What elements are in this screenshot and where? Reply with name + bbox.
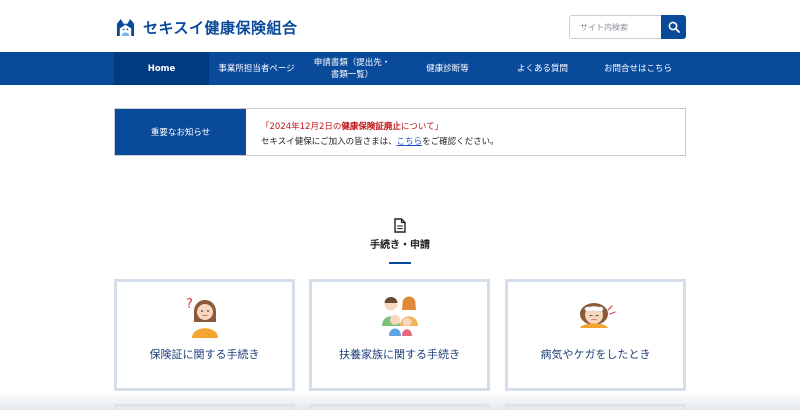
- card-label: 保険証に関する手続き: [149, 348, 260, 361]
- main-nav: Home 事業所担当者ページ 申請書類（提出先・ 書類一覧） 健康診断等 よくあ…: [0, 52, 800, 85]
- nav-item-label-line1: 申請書類（提出先・: [313, 57, 391, 68]
- site-header: セキスイ健康保険組合: [0, 0, 800, 52]
- site-brand-name: セキスイ健康保険組合: [143, 19, 298, 37]
- notice-headline-post: について」: [400, 122, 444, 132]
- card-label: 扶養家族に関する手続き: [339, 348, 460, 361]
- notice-headline-pre: 「2024年12月2日の: [261, 122, 342, 132]
- section-underline: [389, 262, 411, 264]
- svg-text:?: ?: [186, 297, 193, 312]
- nav-item-label: 事業所担当者ページ: [218, 63, 295, 74]
- nav-item-home[interactable]: Home: [114, 52, 209, 85]
- search-button[interactable]: [661, 15, 686, 39]
- bottom-shadow: [0, 392, 800, 410]
- notice-body: セキスイ健保にご加入の皆さまは、こちらをご確認ください。: [261, 135, 499, 147]
- nav-item-label: よくある質問: [516, 63, 568, 74]
- nav-item-label: Home: [147, 63, 176, 74]
- notice-headline: 「2024年12月2日の健康保険証廃止について」: [261, 120, 443, 132]
- notice-body-post: をご確認ください。: [422, 137, 499, 147]
- nav-item-label: 健康診断等: [426, 63, 469, 74]
- search-icon: [668, 21, 680, 33]
- nav-item-application-forms[interactable]: 申請書類（提出先・ 書類一覧）: [304, 52, 400, 85]
- site-logo[interactable]: セキスイ健康保険組合: [116, 17, 298, 38]
- nav-item-contact[interactable]: お問合せはこちら: [590, 52, 686, 85]
- card-illness-injury[interactable]: 病気やケガをしたとき: [505, 279, 686, 391]
- document-icon: [394, 218, 406, 233]
- woman-question-illustration: ?: [186, 297, 218, 338]
- important-notice: 重要なお知らせ 「2024年12月2日の健康保険証廃止について」 セキスイ健保に…: [114, 108, 686, 156]
- nav-item-employer-page[interactable]: 事業所担当者ページ: [209, 52, 304, 85]
- nav-item-faq[interactable]: よくある質問: [495, 52, 590, 85]
- notice-headline-strong: 健康保険証廃止: [341, 122, 401, 132]
- nav-item-health-checkup[interactable]: 健康診断等: [400, 52, 495, 85]
- sick-person-illustration: [579, 303, 616, 328]
- nav-item-label-line2: 書類一覧）: [330, 69, 374, 80]
- nav-item-label: お問合せはこちら: [603, 63, 672, 74]
- cat-house-logo-icon: [116, 18, 135, 37]
- notice-body-pre: セキスイ健保にご加入の皆さまは、: [261, 137, 397, 147]
- search-input[interactable]: [569, 15, 661, 39]
- card-label: 病気やケガをしたとき: [540, 348, 651, 361]
- notice-link[interactable]: こちら: [397, 137, 423, 147]
- family-illustration: [381, 296, 418, 336]
- notice-label: 重要なお知らせ: [115, 109, 246, 155]
- card-insurance-card-procedures[interactable]: ? 保険証に関する手続き: [114, 279, 295, 391]
- site-search: [569, 15, 686, 39]
- section-title: 手続き・申請: [370, 240, 430, 251]
- card-dependent-family-procedures[interactable]: 扶養家族に関する手続き: [309, 279, 490, 391]
